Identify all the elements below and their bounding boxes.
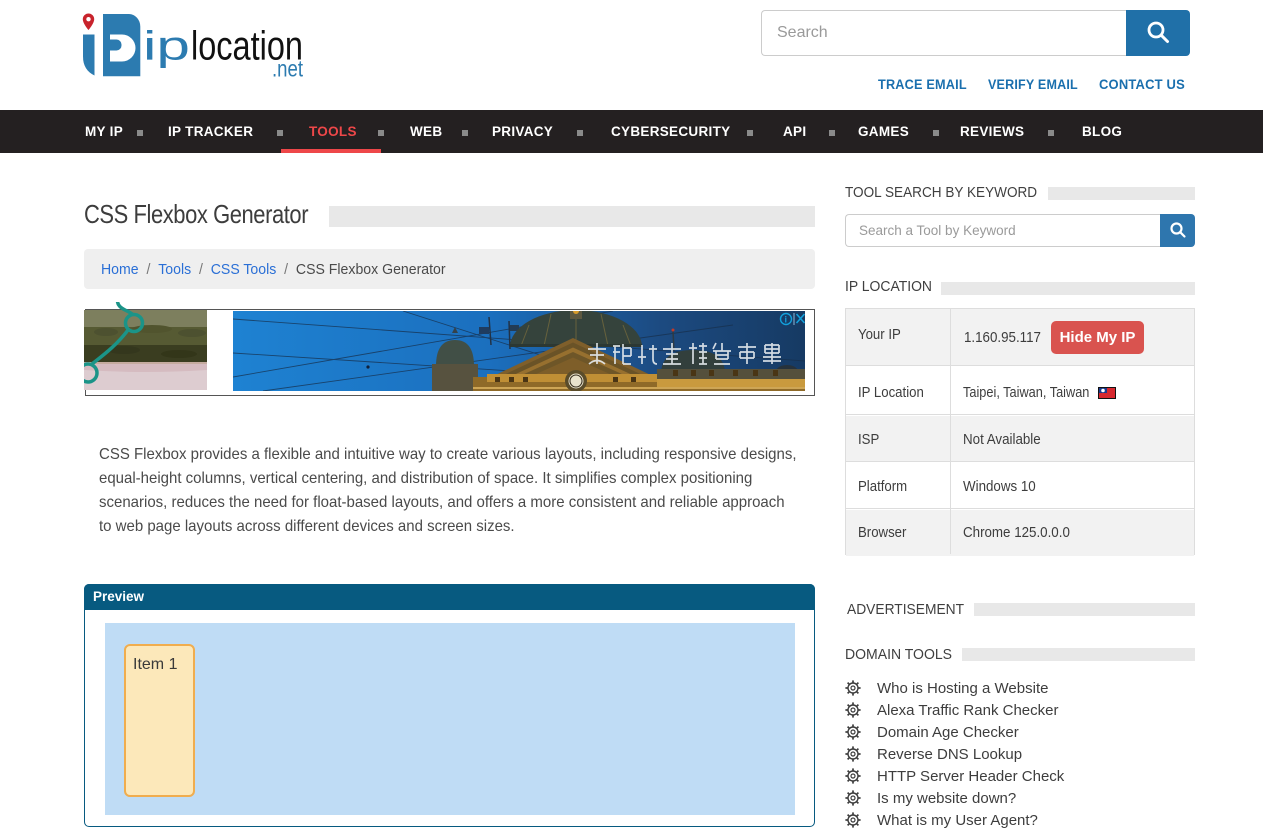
svg-text:i: i: [785, 315, 788, 325]
svg-text:ip: ip: [143, 22, 190, 68]
svg-text:.net: .net: [272, 56, 303, 82]
